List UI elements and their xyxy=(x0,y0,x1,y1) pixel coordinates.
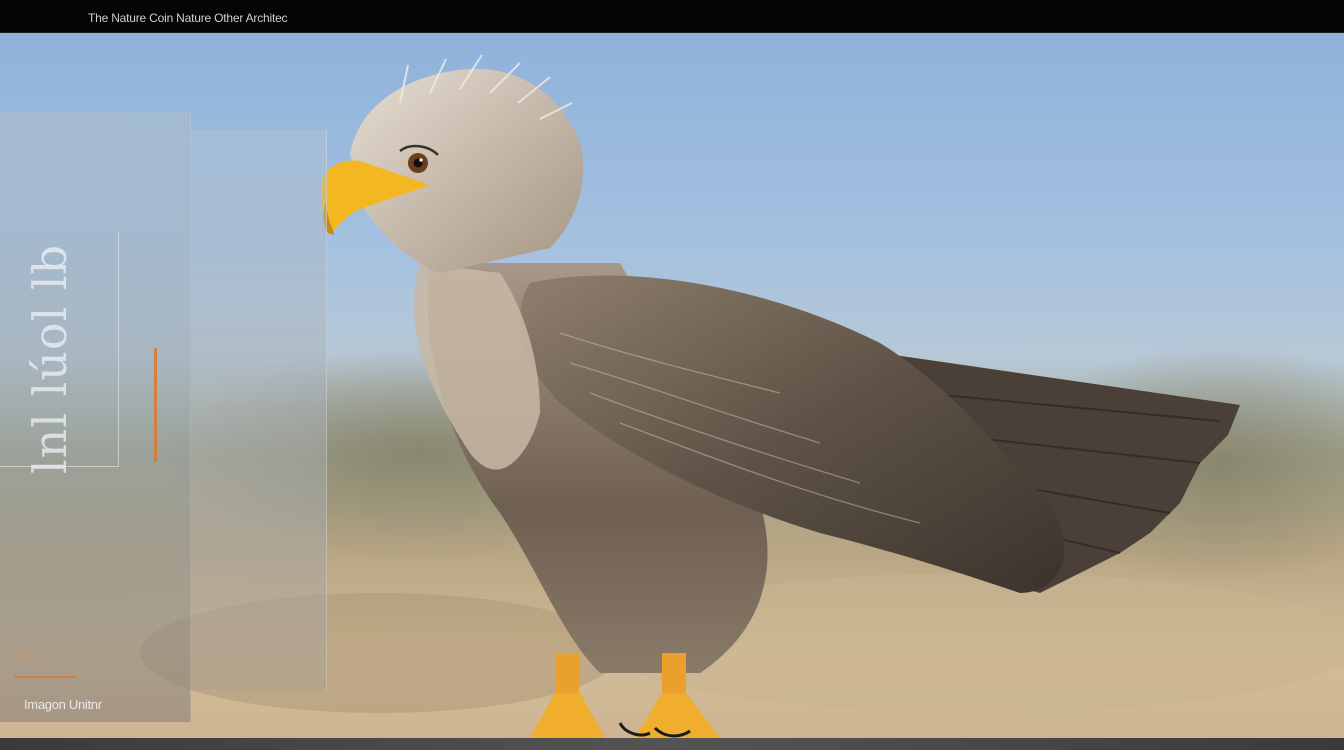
window-title: The Nature Coin Nature Other Architec xyxy=(88,11,288,25)
overlay-panel-mid xyxy=(190,130,327,690)
vertical-label: lnl lúol lb xyxy=(23,243,77,475)
top-bar: The Nature Coin Nature Other Architec xyxy=(0,0,1344,33)
caption: Imagon Unitnr xyxy=(24,697,102,712)
bottom-bar xyxy=(0,738,1344,750)
vertical-label-box: lnl lúol lb xyxy=(0,232,119,474)
small-tag: Gbs xyxy=(16,648,42,664)
accent-rule xyxy=(154,348,157,462)
accent-underline xyxy=(14,676,76,678)
